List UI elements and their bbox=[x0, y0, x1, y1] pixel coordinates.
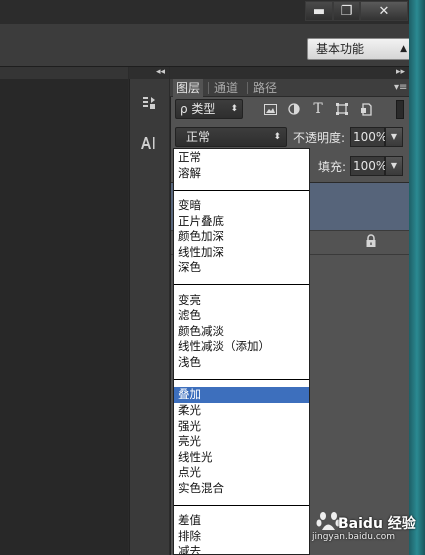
fill-dropdown-button[interactable]: ▼ bbox=[385, 156, 403, 176]
blend-mode-option[interactable]: 柔光 bbox=[174, 403, 309, 419]
lock-icon bbox=[365, 234, 377, 248]
panel-tab-bar bbox=[170, 79, 409, 97]
blend-mode-option[interactable]: 差值 bbox=[174, 513, 309, 529]
spinner-arrows-icon: ⬍ bbox=[230, 104, 238, 114]
filter-toggle-switch[interactable] bbox=[396, 100, 404, 119]
blend-mode-option[interactable]: 颜色加深 bbox=[174, 229, 309, 245]
spinner-arrows-icon: ⬍ bbox=[273, 132, 281, 142]
minimize-button[interactable]: ▬ bbox=[305, 1, 333, 21]
blend-mode-value: 正常 bbox=[186, 130, 211, 144]
blend-mode-option[interactable]: 滤色 bbox=[174, 308, 309, 324]
image-icon[interactable] bbox=[262, 101, 278, 117]
workspace-label: 基本功能 bbox=[316, 42, 365, 56]
blend-mode-option[interactable]: 颜色减淡 bbox=[174, 324, 309, 340]
blend-mode-option[interactable]: 溶解 bbox=[174, 166, 309, 182]
blend-mode-option[interactable]: 深色 bbox=[174, 260, 309, 276]
layer-filter-select[interactable]: ρ 类型 ⬍ bbox=[175, 99, 243, 119]
fill-input[interactable]: 100% bbox=[350, 156, 387, 176]
blend-mode-option[interactable]: 正片叠底 bbox=[174, 214, 309, 230]
watermark-text: Baidu 经验 bbox=[338, 516, 416, 532]
canvas-top-strip bbox=[0, 67, 128, 79]
blend-mode-option[interactable]: 浅色 bbox=[174, 355, 309, 371]
workspace-switcher[interactable]: 基本功能 ▲ bbox=[307, 38, 411, 60]
blend-mode-option[interactable]: 正常 bbox=[174, 150, 309, 166]
blend-mode-option[interactable]: 线性加深 bbox=[174, 245, 309, 261]
blend-mode-select[interactable]: 正常 ⬍ bbox=[175, 127, 287, 147]
blend-mode-option[interactable]: 叠加 bbox=[174, 387, 309, 403]
tab-layers[interactable]: 图层 bbox=[173, 79, 204, 97]
watermark-url: jingyan.baidu.com bbox=[312, 532, 396, 542]
panel-menu-icon[interactable]: ▾≡ bbox=[394, 82, 407, 93]
blend-mode-option[interactable]: 强光 bbox=[174, 419, 309, 435]
opacity-label: 不透明度: bbox=[293, 131, 346, 145]
close-button[interactable]: ✕ bbox=[360, 1, 408, 21]
filter-label: ρ 类型 bbox=[180, 102, 216, 116]
blend-mode-option[interactable]: 亮光 bbox=[174, 434, 309, 450]
dock-collapse-button[interactable]: ◂◂ bbox=[129, 67, 169, 79]
blend-mode-option[interactable]: 排除 bbox=[174, 529, 309, 545]
tab-paths[interactable]: 路径 bbox=[250, 79, 280, 97]
dropdown-separator bbox=[174, 284, 309, 286]
maximize-button[interactable]: ❐ bbox=[333, 1, 360, 21]
blend-mode-option[interactable]: 线性光 bbox=[174, 450, 309, 466]
paragraph-panel-icon[interactable] bbox=[136, 90, 162, 116]
tab-divider bbox=[208, 82, 209, 94]
tab-divider bbox=[247, 82, 248, 94]
blend-mode-option[interactable]: 变亮 bbox=[174, 293, 309, 309]
panel-collapse-button[interactable]: ▸▸ bbox=[170, 67, 409, 79]
dropdown-separator bbox=[174, 378, 309, 380]
spinner-arrows-icon: ▲ bbox=[400, 44, 407, 54]
shape-icon[interactable] bbox=[334, 101, 350, 117]
opacity-input[interactable]: 100% bbox=[350, 127, 387, 147]
blend-mode-option[interactable]: 点光 bbox=[174, 465, 309, 481]
blend-mode-option[interactable]: 线性减淡（添加） bbox=[174, 339, 309, 355]
blend-mode-dropdown-list: 正常 溶解变暗 正片叠底 颜色加深 线性加深 深色变亮 滤色 颜色减淡 线性减淡（添加） 浅色叠加… bbox=[173, 148, 310, 555]
blend-mode-option[interactable]: 减去 bbox=[174, 544, 309, 554]
character-panel-icon[interactable] bbox=[136, 130, 162, 156]
blend-mode-option[interactable]: 实色混合 bbox=[174, 481, 309, 497]
blend-mode-option[interactable]: 变暗 bbox=[174, 198, 309, 214]
fill-label: 填充: bbox=[318, 160, 347, 174]
adjustment-icon[interactable] bbox=[286, 101, 302, 117]
document-canvas[interactable] bbox=[0, 67, 128, 555]
window-edge bbox=[409, 0, 425, 555]
opacity-dropdown-button[interactable]: ▼ bbox=[385, 127, 403, 147]
type-icon[interactable]: T bbox=[310, 101, 326, 117]
dropdown-separator bbox=[174, 504, 309, 506]
tab-channels[interactable]: 通道 bbox=[211, 79, 241, 97]
dropdown-separator bbox=[174, 189, 309, 191]
smart-object-icon[interactable] bbox=[358, 101, 374, 117]
